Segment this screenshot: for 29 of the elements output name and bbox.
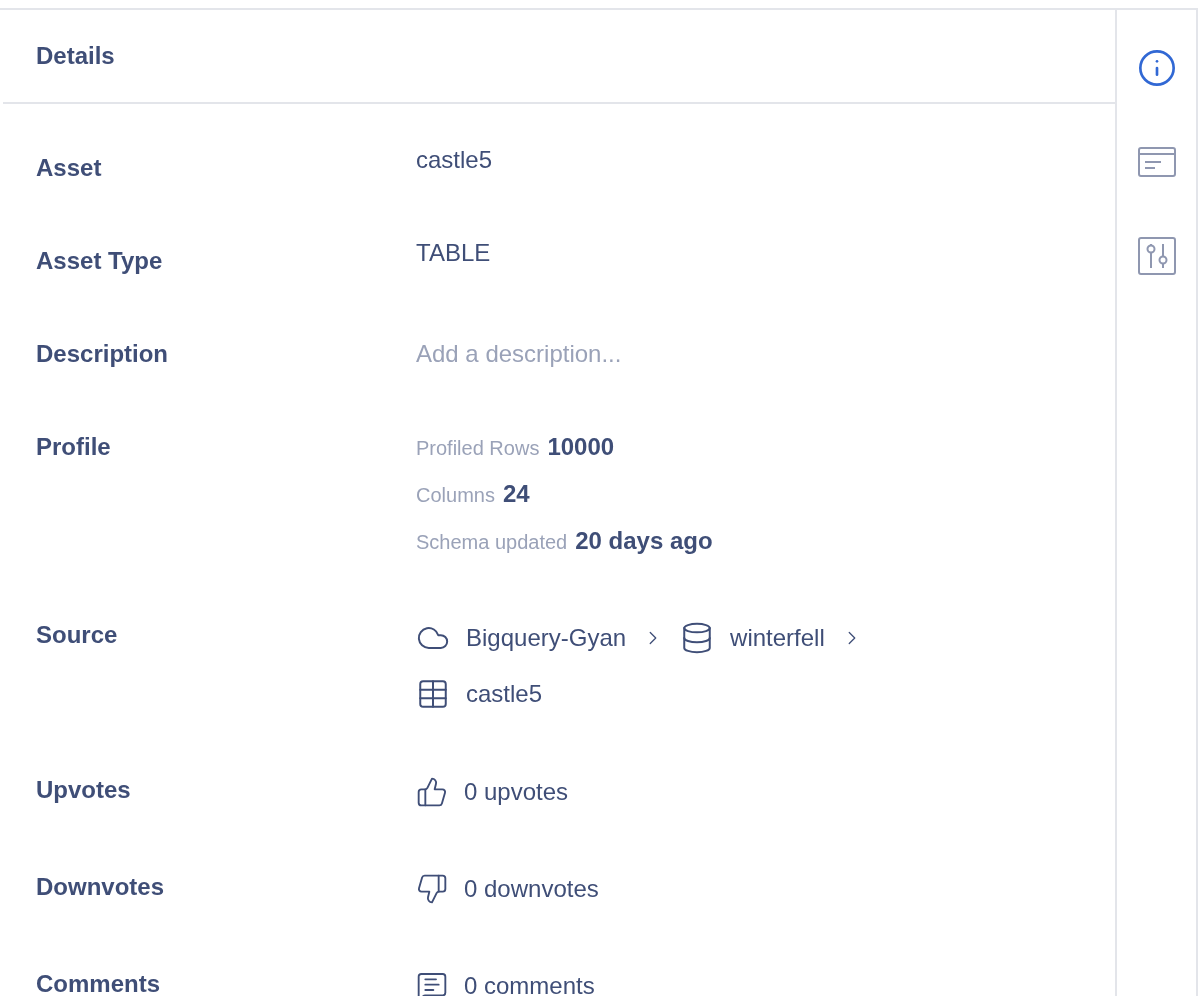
field-label: Downvotes xyxy=(36,873,165,901)
thumbs-up-icon[interactable] xyxy=(416,776,448,808)
field-label: Description xyxy=(36,340,170,368)
field-label: Comments xyxy=(36,970,162,996)
field-value: TABLE xyxy=(416,239,491,267)
stat-value: 24 xyxy=(502,480,530,508)
thumbs-down-icon[interactable] xyxy=(416,873,448,905)
stat-label: Schema updated xyxy=(416,530,568,555)
field-label: Source xyxy=(36,621,119,649)
field-label: Profile xyxy=(36,433,112,461)
count-text: 0 comments xyxy=(464,972,595,996)
count-text: 0 upvotes xyxy=(464,778,569,806)
stat-label: Profiled Rows xyxy=(416,436,540,461)
source-link[interactable]: winterfell xyxy=(730,624,825,652)
source-link[interactable]: castle5 xyxy=(466,680,543,708)
sliders-icon[interactable] xyxy=(1136,236,1177,276)
field-label: Asset Type xyxy=(36,247,164,275)
table-icon xyxy=(416,677,450,711)
stat-value: 20 days ago xyxy=(575,527,713,555)
stat-label: Columns xyxy=(416,483,495,508)
stat-value: 10000 xyxy=(547,433,615,461)
info-icon[interactable] xyxy=(1136,48,1177,88)
field-label: Upvotes xyxy=(36,776,132,804)
source-link[interactable]: Bigquery-Gyan xyxy=(466,624,627,652)
panel-title: Details xyxy=(36,41,115,71)
comment-icon[interactable] xyxy=(416,970,448,996)
count-text: 0 downvotes xyxy=(464,875,599,903)
field-value: castle5 xyxy=(416,146,493,174)
field-label: Asset xyxy=(36,154,103,182)
